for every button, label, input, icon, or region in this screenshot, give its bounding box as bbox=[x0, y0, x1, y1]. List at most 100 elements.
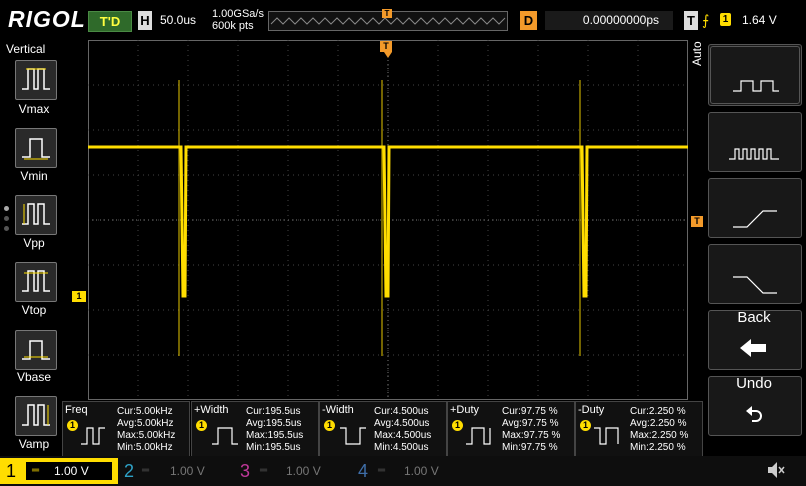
measurement-min: Min:2.250 % bbox=[630, 442, 686, 453]
measurement-min: Min:5.00kHz bbox=[117, 442, 173, 453]
measurement-name: -Duty bbox=[578, 404, 605, 416]
back-label: Back bbox=[737, 309, 771, 326]
vbase-icon bbox=[22, 340, 50, 360]
measurement-type-icon bbox=[594, 427, 619, 445]
measurement-type-icon bbox=[81, 427, 105, 445]
waveform-grid bbox=[88, 40, 688, 400]
memory-depth: 600k pts bbox=[212, 20, 254, 32]
ch1-waveform bbox=[88, 145, 688, 298]
measurement-cur: Cur:2.250 % bbox=[630, 406, 686, 417]
vtop-label: Vtop bbox=[21, 303, 47, 317]
falling-edge-button[interactable] bbox=[708, 244, 802, 304]
undo-label: Undo bbox=[736, 375, 772, 392]
vpp-button[interactable] bbox=[15, 195, 57, 235]
measurement-freq[interactable]: Freq 1 Cur:5.00kHz Avg:5.00kHz Max:5.00kHz Mi… bbox=[62, 401, 190, 457]
measurement-cur: Cur:4.500us bbox=[374, 406, 429, 417]
vmax-button[interactable] bbox=[15, 60, 57, 100]
timebase-value[interactable]: 50.0us bbox=[160, 13, 196, 27]
measurement-cur: Cur:97.75 % bbox=[502, 406, 558, 417]
rising-edge-icon: ⨍ bbox=[702, 12, 710, 28]
dc-coupling-icon: ═ bbox=[142, 465, 150, 476]
measurement-min: Min:4.500us bbox=[374, 442, 429, 453]
waveform-display[interactable] bbox=[88, 40, 688, 405]
measurement-channel-badge: 1 bbox=[196, 420, 207, 431]
vtop-button[interactable] bbox=[15, 262, 57, 302]
trigger-level-marker[interactable]: T bbox=[691, 216, 703, 227]
measurement-type-icon bbox=[212, 427, 238, 445]
trigger-position-marker[interactable]: T bbox=[380, 41, 392, 52]
vmax-label: Vmax bbox=[18, 102, 50, 116]
trigger-arrow-icon bbox=[384, 52, 392, 58]
measurement-channel-badge: 1 bbox=[67, 420, 78, 431]
run-status-badge[interactable]: T'D bbox=[88, 11, 132, 32]
measurement-avg: Avg:97.75 % bbox=[502, 418, 559, 429]
vertical-panel-title: Vertical bbox=[6, 42, 46, 56]
ch3-tab[interactable]: 3 ═ 1.00 V bbox=[236, 458, 348, 484]
measurement-width[interactable]: -Width 1 Cur:4.500us Avg:4.500us Max:4.500us… bbox=[319, 401, 447, 457]
horizontal-badge: H bbox=[138, 11, 152, 30]
page-dot bbox=[4, 226, 9, 231]
vpp-label: Vpp bbox=[23, 236, 45, 250]
measurement-width[interactable]: +Width 1 Cur:195.5us Avg:195.5us Max:195.5us… bbox=[191, 401, 319, 457]
measurement-duty[interactable]: -Duty 1 Cur:2.250 % Avg:2.250 % Max:2.250 % M… bbox=[575, 401, 703, 457]
vamp-label: Vamp bbox=[18, 437, 50, 451]
measurement-max: Max:2.250 % bbox=[630, 430, 689, 441]
page-dot bbox=[4, 206, 9, 211]
delay-value[interactable]: 0.00000000ps bbox=[545, 11, 673, 30]
sample-rate: 1.00GSa/s bbox=[212, 8, 264, 20]
back-arrow-icon bbox=[738, 337, 768, 359]
vamp-icon bbox=[22, 404, 50, 426]
ch3-scale: 1.00 V bbox=[286, 464, 321, 478]
measurement-name: -Width bbox=[322, 404, 354, 416]
vbase-label: Vbase bbox=[16, 370, 52, 384]
vmin-button[interactable] bbox=[15, 128, 57, 168]
trigger-level-value[interactable]: 1.64 V bbox=[742, 13, 777, 27]
ch4-scale: 1.00 V bbox=[404, 464, 439, 478]
brand-logo: RIGOL bbox=[8, 6, 86, 32]
measurement-avg: Avg:2.250 % bbox=[630, 418, 687, 429]
speaker-muted-icon[interactable] bbox=[766, 460, 786, 480]
falling-edge-shape-icon bbox=[733, 276, 777, 294]
measurement-type-icon bbox=[340, 427, 366, 445]
ch1-scale: 1.00 V bbox=[54, 464, 89, 478]
acquisition-info: 1.00GSa/s 600k pts bbox=[212, 8, 264, 32]
ch4-tab[interactable]: 4 ═ 1.00 V bbox=[354, 458, 466, 484]
rising-edge-button[interactable] bbox=[708, 178, 802, 238]
vbase-button[interactable] bbox=[15, 330, 57, 370]
dc-coupling-icon: ═ bbox=[378, 465, 386, 476]
vmin-label: Vmin bbox=[20, 169, 48, 183]
trigger-source-channel: 1 bbox=[720, 13, 731, 26]
trigger-map-marker: T bbox=[382, 9, 392, 18]
measurement-channel-badge: 1 bbox=[324, 420, 335, 431]
trigger-position-map: T bbox=[268, 9, 508, 31]
single-pulse-button[interactable] bbox=[710, 46, 800, 104]
measurement-max: Max:97.75 % bbox=[502, 430, 561, 441]
measurement-max: Max:5.00kHz bbox=[117, 430, 176, 441]
measurement-max: Max:195.5us bbox=[246, 430, 304, 441]
ch1-ground-marker[interactable]: 1 bbox=[72, 291, 86, 302]
dc-coupling-icon: ═ bbox=[32, 465, 40, 476]
ch1-tab[interactable]: 1 ═ 1.00 V bbox=[0, 458, 118, 484]
measurement-duty[interactable]: +Duty 1 Cur:97.75 % Avg:97.75 % Max:97.75 % M… bbox=[447, 401, 575, 457]
vmax-icon bbox=[22, 68, 50, 90]
trigger-badge: T bbox=[684, 11, 698, 30]
vmin-icon bbox=[22, 138, 50, 160]
measurement-name: Freq bbox=[65, 404, 88, 416]
measurement-min: Min:195.5us bbox=[246, 442, 301, 453]
ch3-number: 3 bbox=[240, 461, 251, 481]
measurement-cur: Cur:195.5us bbox=[246, 406, 301, 417]
measurement-cur: Cur:5.00kHz bbox=[117, 406, 173, 417]
rising-edge-shape-icon bbox=[733, 210, 777, 228]
measurement-name: +Duty bbox=[450, 404, 480, 416]
vtop-icon bbox=[22, 270, 50, 292]
vamp-button[interactable] bbox=[15, 396, 57, 436]
ch4-number: 4 bbox=[358, 461, 369, 481]
measurement-channel-badge: 1 bbox=[452, 420, 463, 431]
pulse-train-button[interactable] bbox=[708, 112, 802, 172]
measurement-name: +Width bbox=[194, 404, 229, 416]
measurement-avg: Avg:4.500us bbox=[374, 418, 430, 429]
ch2-tab[interactable]: 2 ═ 1.00 V bbox=[120, 458, 232, 484]
measurement-channel-badge: 1 bbox=[580, 420, 591, 431]
measurement-avg: Avg:195.5us bbox=[246, 418, 302, 429]
undo-icon bbox=[744, 404, 766, 424]
